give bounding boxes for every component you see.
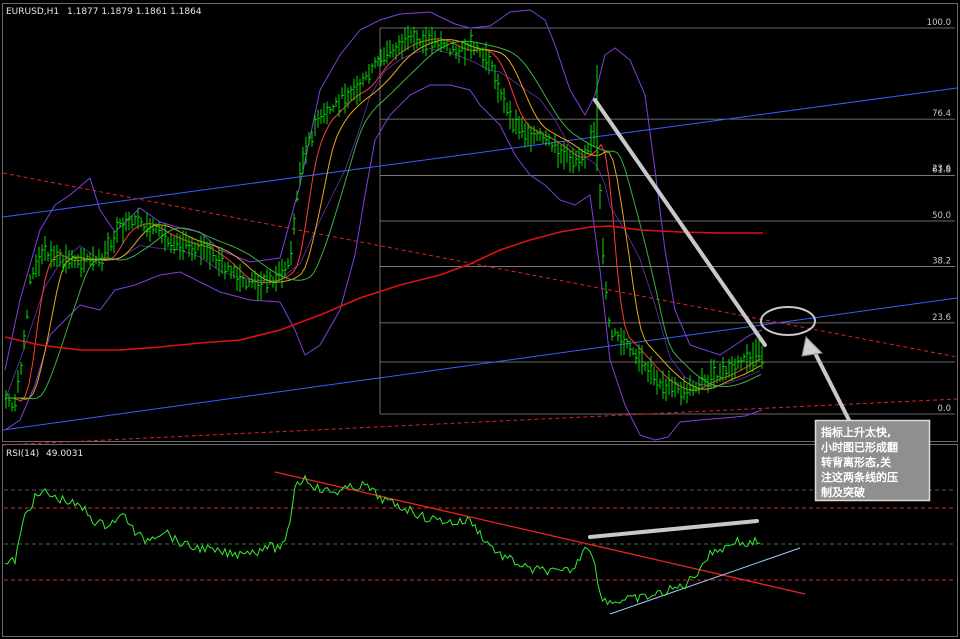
rsi-label: RSI(14) [6, 449, 39, 459]
rsi-panel-frame [2, 444, 958, 637]
fib-extra-label: 23.6 [932, 164, 951, 174]
rsi-trendlines [274, 471, 806, 615]
moving-averages [4, 38, 763, 402]
red-dashed-trendline-upper [2, 172, 958, 358]
rsi-series [4, 474, 761, 606]
fib-label-1: 76.4 [932, 109, 951, 119]
bollinger-lower [4, 84, 763, 441]
arrow-shaft [810, 346, 852, 423]
rsi-value: 49.0031 [46, 449, 83, 459]
ma-fast [5, 38, 762, 402]
rsi-support-line [609, 547, 801, 615]
main-chart-frame [2, 3, 958, 442]
fibonacci-retracement: 100.076.461.850.038.223.60.023.6 [379, 18, 955, 415]
annotation-line-5: 制及突破 [821, 485, 865, 499]
fib-label-5: 23.6 [932, 313, 951, 323]
fib-label-0: 100.0 [927, 18, 951, 28]
rsi-white-divergence-line [588, 519, 759, 539]
annotation-line-4: 注这两条线的压 [821, 470, 898, 484]
fib-label-6: 0.0 [937, 404, 951, 414]
annotation-line-1: 指标上升太快, [821, 425, 891, 439]
rsi-levels [4, 489, 956, 581]
red-dashed-trendline-lower [2, 398, 958, 446]
ma-slow [5, 40, 762, 400]
annotation-line-3: 转背离形态,关 [821, 455, 891, 469]
chart-canvas: 100.076.461.850.038.223.60.023.6 EURUSD,… [2, 3, 958, 637]
ohlc-label: 1.1877 1.1879 1.1861 1.1864 [67, 7, 202, 17]
arrow-head [801, 335, 824, 357]
ma-medium [5, 39, 762, 400]
symbol-label: EURUSD,H1 [6, 7, 59, 17]
rsi-line [4, 474, 761, 606]
blue-trendline-upper [2, 87, 958, 218]
annotation-line-2: 小时图已形成翻 [820, 440, 898, 454]
fib-label-3: 50.0 [932, 211, 951, 221]
fib-label-4: 38.2 [932, 257, 951, 267]
annotation-callout: 指标上升太快, 小时图已形成翻 转背离形态,关 注这两条线的压 制及突破 [814, 419, 931, 502]
